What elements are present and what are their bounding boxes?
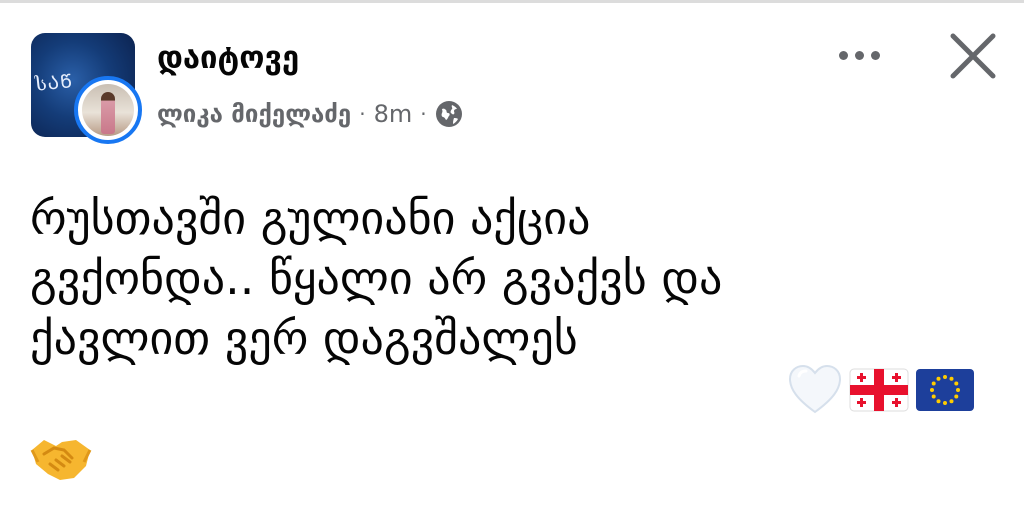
author-photo-figure — [101, 92, 115, 134]
more-dot — [838, 50, 848, 60]
post-meta: ლიკა მიქელაძე · 8m · — [157, 98, 463, 130]
post-timestamp[interactable]: 8m — [374, 100, 413, 128]
author-name-link[interactable]: ლიკა მიქელაძე — [157, 100, 351, 128]
handshake-icon — [30, 440, 92, 480]
more-options-icon[interactable] — [832, 34, 886, 76]
close-icon[interactable] — [946, 31, 1000, 81]
post-header: სᲐᲬ დაიტოვე ლიკა მიქელაძე · 8m · — [0, 0, 1024, 170]
eu-flag-icon — [916, 369, 974, 411]
meta-separator-2: · — [420, 102, 427, 126]
more-dot — [854, 50, 864, 60]
georgia-flag-icon — [849, 368, 909, 412]
white-heart-icon — [788, 364, 842, 414]
more-dot — [870, 50, 880, 60]
globe-icon[interactable] — [435, 100, 463, 128]
post-text: რუსთავში გულიანი აქცია გვქონდა.. წყალი ა… — [30, 191, 723, 365]
author-avatar[interactable] — [74, 76, 142, 144]
emoji-row — [787, 362, 975, 418]
group-name-link[interactable]: დაიტოვე — [157, 40, 299, 76]
author-photo — [82, 84, 134, 136]
meta-separator: · — [359, 102, 366, 126]
group-avatar-text: სᲐᲬ — [34, 70, 75, 96]
